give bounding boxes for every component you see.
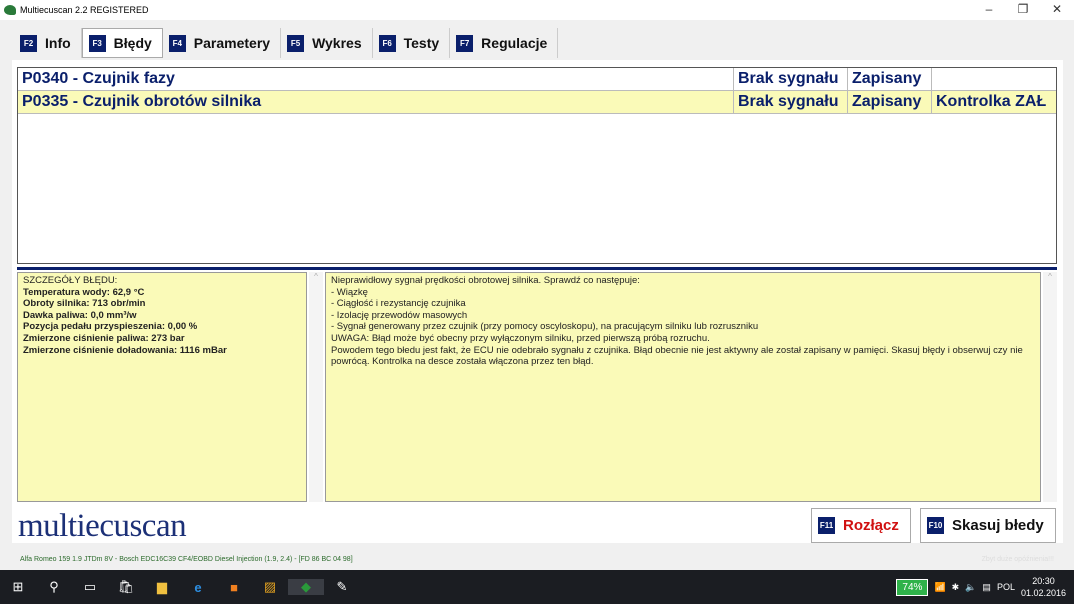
network-icon[interactable]: 📶 bbox=[934, 582, 945, 593]
tab-info[interactable]: F2 Info bbox=[14, 28, 82, 58]
tab-tests[interactable]: F6 Testy bbox=[373, 28, 451, 58]
disconnect-button[interactable]: F11 Rozłącz bbox=[811, 508, 911, 543]
button-label: Rozłącz bbox=[843, 517, 899, 534]
tab-parameters[interactable]: F4 Parametery bbox=[163, 28, 282, 58]
vehicle-info: Alfa Romeo 159 1.9 JTDm 8V - Bosch EDC16… bbox=[20, 556, 353, 563]
tab-errors[interactable]: F3 Błędy bbox=[81, 28, 163, 58]
logo: multiecuscan bbox=[18, 508, 187, 544]
store-icon[interactable]: 🛍 bbox=[108, 579, 144, 595]
fkey-badge: F4 bbox=[168, 34, 186, 52]
error-details-panel: SZCZEGÓŁY BŁĘDU: Temperatura wody: 62,9 … bbox=[17, 272, 307, 502]
description-line: - Sygnał generowany przez czujnik (przy … bbox=[331, 321, 759, 333]
folder-icon[interactable]: ▆ bbox=[144, 579, 180, 595]
language-indicator[interactable]: POL bbox=[997, 582, 1015, 592]
clear-errors-button[interactable]: F10 Skasuj błedy bbox=[920, 508, 1056, 543]
error-row[interactable]: P0335 - Czujnik obrotów silnika Brak syg… bbox=[18, 91, 1056, 114]
tab-chart[interactable]: F5 Wykres bbox=[281, 28, 373, 58]
media-icon[interactable]: ■ bbox=[216, 580, 252, 595]
tab-label: Błędy bbox=[113, 35, 152, 51]
bluetooth-icon[interactable]: ✱ bbox=[952, 582, 960, 593]
minimize-button[interactable]: – bbox=[972, 0, 1006, 18]
tab-label: Parametery bbox=[193, 35, 271, 51]
date: 01.02.2016 bbox=[1020, 588, 1066, 598]
maximize-button[interactable]: ❐ bbox=[1006, 0, 1040, 18]
tab-bar: F2 Info F3 Błędy F4 Parametery F5 Wykres F6 T… bbox=[14, 28, 559, 58]
taskbar: ⊞ ⚲ ▭ 🛍 ▆ e ■ ▨ ◆ ✎ 74% 📶 ✱ 🔈 ▤ POL 20:3… bbox=[0, 570, 1074, 604]
fkey-badge: F3 bbox=[88, 34, 106, 52]
notifications-icon[interactable]: ▤ bbox=[982, 582, 991, 593]
error-row[interactable]: P0340 - Czujnik fazy Brak sygnału Zapisa… bbox=[18, 68, 1056, 91]
volume-icon[interactable]: 🔈 bbox=[965, 582, 976, 593]
description-scrollbar[interactable]: ^ bbox=[1043, 272, 1057, 502]
details-heading: SZCZEGÓŁY BŁĘDU: bbox=[23, 275, 118, 286]
error-lamp: Kontrolka ZAŁ bbox=[936, 93, 1047, 110]
battery-indicator[interactable]: 74% bbox=[896, 578, 929, 596]
description-line: - Izolację przewodów masowych bbox=[331, 309, 468, 321]
fkey-badge: F2 bbox=[20, 34, 37, 52]
edge-icon[interactable]: e bbox=[180, 580, 216, 595]
close-button[interactable]: ✕ bbox=[1040, 0, 1074, 18]
button-label: Skasuj błedy bbox=[952, 517, 1044, 534]
error-description-panel: Nieprawidłowy sygnał prędkości obrotowej… bbox=[325, 272, 1041, 502]
error-state: Zapisany bbox=[848, 91, 932, 113]
fkey-badge: F5 bbox=[287, 34, 305, 52]
search-icon[interactable]: ⚲ bbox=[36, 579, 72, 595]
fkey-badge: F10 bbox=[927, 517, 944, 534]
details-line: Dawka paliwa: 0,0 mm³/w bbox=[23, 309, 137, 321]
divider bbox=[17, 267, 1057, 270]
description-line: - Ciągłość i rezystancję czujnika bbox=[331, 298, 466, 310]
details-line: Zmierzone ciśnienie paliwa: 273 bar bbox=[23, 332, 185, 344]
error-lamp bbox=[932, 68, 1056, 90]
time: 20:30 bbox=[1032, 576, 1055, 586]
main-panel: P0340 - Czujnik fazy Brak sygnału Zapisa… bbox=[12, 60, 1063, 544]
error-list: P0340 - Czujnik fazy Brak sygnału Zapisa… bbox=[17, 67, 1057, 264]
fkey-badge: F6 bbox=[378, 34, 396, 52]
error-code: P0340 - Czujnik fazy bbox=[18, 68, 734, 90]
details-line: Pozycja pedału przyspieszenia: 0,00 % bbox=[23, 321, 198, 333]
tab-label: Wykres bbox=[312, 35, 362, 51]
start-icon[interactable]: ⊞ bbox=[0, 579, 36, 595]
status-bar: Alfa Romeo 159 1.9 JTDm 8V - Bosch EDC16… bbox=[0, 553, 1074, 569]
system-tray: 74% 📶 ✱ 🔈 ▤ POL 20:30 01.02.2016 bbox=[896, 570, 1074, 604]
error-type: Brak sygnału bbox=[734, 68, 848, 90]
description-line: Nieprawidłowy sygnał prędkości obrotowej… bbox=[331, 275, 640, 286]
description-line: Powodem tego błedu jest fakt, że ECU nie… bbox=[331, 344, 1023, 368]
title-bar: Multiecuscan 2.2 REGISTERED – ❐ ✕ bbox=[0, 0, 1074, 20]
task-view-icon[interactable]: ▭ bbox=[72, 579, 108, 595]
details-line: Temperatura wody: 62,9 °C bbox=[23, 286, 145, 298]
fkey-badge: F7 bbox=[456, 34, 474, 52]
fkey-badge: F11 bbox=[818, 517, 835, 534]
clock[interactable]: 20:30 01.02.2016 bbox=[1021, 575, 1066, 599]
multiecuscan-icon[interactable]: ◆ bbox=[288, 579, 324, 595]
error-type: Brak sygnału bbox=[734, 91, 848, 113]
error-state: Zapisany bbox=[848, 68, 932, 90]
details-line: Obroty silnika: 713 obr/min bbox=[23, 298, 146, 310]
app-icon bbox=[4, 5, 16, 15]
window-title: Multiecuscan 2.2 REGISTERED bbox=[20, 5, 149, 15]
paint-icon[interactable]: ✎ bbox=[324, 579, 360, 595]
details-scrollbar[interactable]: ^ bbox=[309, 272, 323, 502]
description-line: - Wiązkę bbox=[331, 286, 368, 298]
app-icon[interactable]: ▨ bbox=[252, 579, 288, 595]
tab-label: Regulacje bbox=[481, 35, 548, 51]
latency-warning: Zbyt duże opóźnienia!!! bbox=[981, 556, 1054, 563]
error-code: P0335 - Czujnik obrotów silnika bbox=[18, 91, 734, 113]
details-line: Zmierzone ciśnienie doładowania: 1116 mB… bbox=[23, 344, 227, 356]
tab-label: Testy bbox=[403, 35, 440, 51]
tab-label: Info bbox=[45, 35, 71, 51]
description-line: UWAGA: Błąd może być obecny przy wyłączo… bbox=[331, 332, 710, 344]
tab-adjustments[interactable]: F7 Regulacje bbox=[450, 28, 559, 58]
